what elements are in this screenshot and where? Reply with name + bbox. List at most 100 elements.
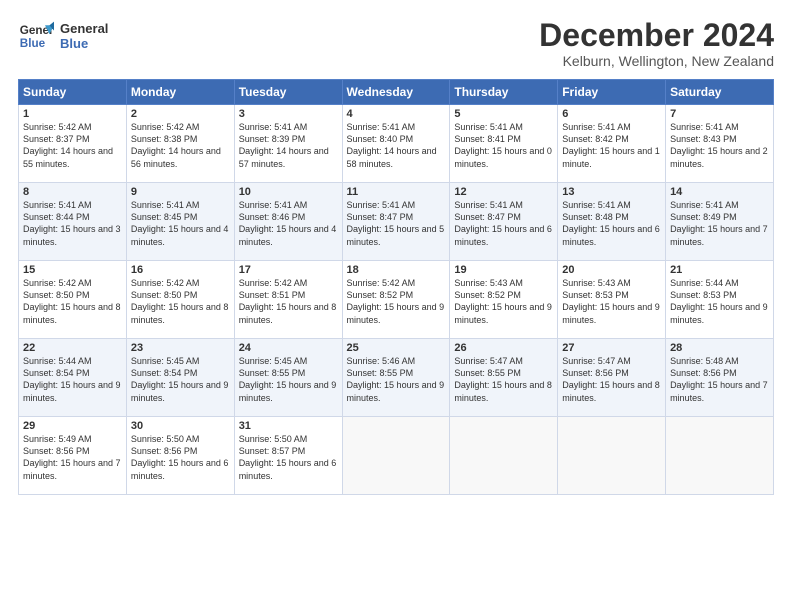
- day-number: 31: [239, 420, 338, 432]
- calendar-cell: [558, 417, 666, 495]
- cell-text: Sunrise: 5:41 AMSunset: 8:40 PMDaylight:…: [347, 121, 446, 170]
- title-block: December 2024 Kelburn, Wellington, New Z…: [539, 18, 774, 69]
- calendar-cell: 26Sunrise: 5:47 AMSunset: 8:55 PMDayligh…: [450, 339, 558, 417]
- calendar-cell: 30Sunrise: 5:50 AMSunset: 8:56 PMDayligh…: [126, 417, 234, 495]
- cell-text: Sunrise: 5:41 AMSunset: 8:47 PMDaylight:…: [347, 199, 446, 248]
- calendar-cell: 3Sunrise: 5:41 AMSunset: 8:39 PMDaylight…: [234, 105, 342, 183]
- cell-text: Sunrise: 5:50 AMSunset: 8:56 PMDaylight:…: [131, 433, 230, 482]
- cell-text: Sunrise: 5:41 AMSunset: 8:48 PMDaylight:…: [562, 199, 661, 248]
- day-number: 22: [23, 342, 122, 354]
- week-row-1: 1Sunrise: 5:42 AMSunset: 8:37 PMDaylight…: [19, 105, 774, 183]
- day-number: 12: [454, 186, 553, 198]
- col-header-saturday: Saturday: [666, 80, 774, 105]
- calendar-cell: 13Sunrise: 5:41 AMSunset: 8:48 PMDayligh…: [558, 183, 666, 261]
- calendar-cell: 8Sunrise: 5:41 AMSunset: 8:44 PMDaylight…: [19, 183, 127, 261]
- cell-text: Sunrise: 5:42 AMSunset: 8:52 PMDaylight:…: [347, 277, 446, 326]
- calendar-cell: 20Sunrise: 5:43 AMSunset: 8:53 PMDayligh…: [558, 261, 666, 339]
- cell-text: Sunrise: 5:41 AMSunset: 8:44 PMDaylight:…: [23, 199, 122, 248]
- cell-text: Sunrise: 5:48 AMSunset: 8:56 PMDaylight:…: [670, 355, 769, 404]
- calendar-cell: 9Sunrise: 5:41 AMSunset: 8:45 PMDaylight…: [126, 183, 234, 261]
- day-number: 17: [239, 264, 338, 276]
- col-header-sunday: Sunday: [19, 80, 127, 105]
- col-header-thursday: Thursday: [450, 80, 558, 105]
- main-title: December 2024: [539, 18, 774, 53]
- calendar-cell: 24Sunrise: 5:45 AMSunset: 8:55 PMDayligh…: [234, 339, 342, 417]
- calendar-cell: 19Sunrise: 5:43 AMSunset: 8:52 PMDayligh…: [450, 261, 558, 339]
- cell-text: Sunrise: 5:42 AMSunset: 8:50 PMDaylight:…: [23, 277, 122, 326]
- day-number: 16: [131, 264, 230, 276]
- day-number: 23: [131, 342, 230, 354]
- calendar-cell: 6Sunrise: 5:41 AMSunset: 8:42 PMDaylight…: [558, 105, 666, 183]
- cell-text: Sunrise: 5:44 AMSunset: 8:54 PMDaylight:…: [23, 355, 122, 404]
- logo: General Blue General Blue: [18, 18, 108, 54]
- svg-text:Blue: Blue: [20, 37, 46, 50]
- week-row-5: 29Sunrise: 5:49 AMSunset: 8:56 PMDayligh…: [19, 417, 774, 495]
- cell-text: Sunrise: 5:41 AMSunset: 8:47 PMDaylight:…: [454, 199, 553, 248]
- calendar-cell: 22Sunrise: 5:44 AMSunset: 8:54 PMDayligh…: [19, 339, 127, 417]
- day-number: 18: [347, 264, 446, 276]
- cell-text: Sunrise: 5:42 AMSunset: 8:51 PMDaylight:…: [239, 277, 338, 326]
- calendar-cell: [342, 417, 450, 495]
- calendar-cell: 11Sunrise: 5:41 AMSunset: 8:47 PMDayligh…: [342, 183, 450, 261]
- day-number: 29: [23, 420, 122, 432]
- cell-text: Sunrise: 5:50 AMSunset: 8:57 PMDaylight:…: [239, 433, 338, 482]
- week-row-2: 8Sunrise: 5:41 AMSunset: 8:44 PMDaylight…: [19, 183, 774, 261]
- day-number: 5: [454, 108, 553, 120]
- calendar-cell: 10Sunrise: 5:41 AMSunset: 8:46 PMDayligh…: [234, 183, 342, 261]
- cell-text: Sunrise: 5:42 AMSunset: 8:38 PMDaylight:…: [131, 121, 230, 170]
- calendar-cell: 23Sunrise: 5:45 AMSunset: 8:54 PMDayligh…: [126, 339, 234, 417]
- calendar-cell: 4Sunrise: 5:41 AMSunset: 8:40 PMDaylight…: [342, 105, 450, 183]
- cell-text: Sunrise: 5:42 AMSunset: 8:50 PMDaylight:…: [131, 277, 230, 326]
- day-number: 19: [454, 264, 553, 276]
- day-number: 25: [347, 342, 446, 354]
- calendar-cell: 15Sunrise: 5:42 AMSunset: 8:50 PMDayligh…: [19, 261, 127, 339]
- calendar-cell: [450, 417, 558, 495]
- cell-text: Sunrise: 5:41 AMSunset: 8:41 PMDaylight:…: [454, 121, 553, 170]
- day-number: 28: [670, 342, 769, 354]
- day-number: 8: [23, 186, 122, 198]
- day-number: 15: [23, 264, 122, 276]
- cell-text: Sunrise: 5:41 AMSunset: 8:39 PMDaylight:…: [239, 121, 338, 170]
- col-header-friday: Friday: [558, 80, 666, 105]
- col-header-tuesday: Tuesday: [234, 80, 342, 105]
- day-number: 20: [562, 264, 661, 276]
- calendar-table: SundayMondayTuesdayWednesdayThursdayFrid…: [18, 79, 774, 495]
- day-number: 30: [131, 420, 230, 432]
- day-number: 21: [670, 264, 769, 276]
- calendar-cell: 18Sunrise: 5:42 AMSunset: 8:52 PMDayligh…: [342, 261, 450, 339]
- day-number: 14: [670, 186, 769, 198]
- day-number: 26: [454, 342, 553, 354]
- day-number: 6: [562, 108, 661, 120]
- calendar-cell: 25Sunrise: 5:46 AMSunset: 8:55 PMDayligh…: [342, 339, 450, 417]
- cell-text: Sunrise: 5:41 AMSunset: 8:45 PMDaylight:…: [131, 199, 230, 248]
- col-header-wednesday: Wednesday: [342, 80, 450, 105]
- calendar-cell: [666, 417, 774, 495]
- cell-text: Sunrise: 5:44 AMSunset: 8:53 PMDaylight:…: [670, 277, 769, 326]
- day-number: 7: [670, 108, 769, 120]
- day-number: 10: [239, 186, 338, 198]
- cell-text: Sunrise: 5:41 AMSunset: 8:42 PMDaylight:…: [562, 121, 661, 170]
- week-row-4: 22Sunrise: 5:44 AMSunset: 8:54 PMDayligh…: [19, 339, 774, 417]
- day-number: 3: [239, 108, 338, 120]
- cell-text: Sunrise: 5:41 AMSunset: 8:46 PMDaylight:…: [239, 199, 338, 248]
- cell-text: Sunrise: 5:41 AMSunset: 8:49 PMDaylight:…: [670, 199, 769, 248]
- cell-text: Sunrise: 5:45 AMSunset: 8:54 PMDaylight:…: [131, 355, 230, 404]
- day-number: 24: [239, 342, 338, 354]
- calendar-cell: 27Sunrise: 5:47 AMSunset: 8:56 PMDayligh…: [558, 339, 666, 417]
- calendar-cell: 1Sunrise: 5:42 AMSunset: 8:37 PMDaylight…: [19, 105, 127, 183]
- day-number: 13: [562, 186, 661, 198]
- calendar-cell: 29Sunrise: 5:49 AMSunset: 8:56 PMDayligh…: [19, 417, 127, 495]
- calendar-cell: 12Sunrise: 5:41 AMSunset: 8:47 PMDayligh…: [450, 183, 558, 261]
- day-number: 11: [347, 186, 446, 198]
- cell-text: Sunrise: 5:43 AMSunset: 8:52 PMDaylight:…: [454, 277, 553, 326]
- cell-text: Sunrise: 5:45 AMSunset: 8:55 PMDaylight:…: [239, 355, 338, 404]
- cell-text: Sunrise: 5:42 AMSunset: 8:37 PMDaylight:…: [23, 121, 122, 170]
- calendar-cell: 16Sunrise: 5:42 AMSunset: 8:50 PMDayligh…: [126, 261, 234, 339]
- logo-icon: General Blue: [18, 18, 54, 54]
- week-row-3: 15Sunrise: 5:42 AMSunset: 8:50 PMDayligh…: [19, 261, 774, 339]
- header: General Blue General Blue December 2024 …: [18, 18, 774, 69]
- day-number: 4: [347, 108, 446, 120]
- calendar-cell: 2Sunrise: 5:42 AMSunset: 8:38 PMDaylight…: [126, 105, 234, 183]
- cell-text: Sunrise: 5:49 AMSunset: 8:56 PMDaylight:…: [23, 433, 122, 482]
- day-number: 2: [131, 108, 230, 120]
